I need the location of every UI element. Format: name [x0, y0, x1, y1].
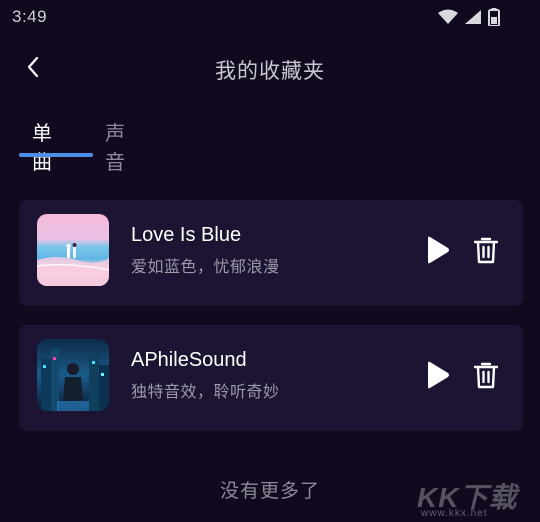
- active-tab-indicator: [19, 153, 93, 157]
- list-item[interactable]: APhileSound 独特音效，聆听奇妙: [19, 325, 523, 431]
- tab-sounds[interactable]: 声音: [105, 117, 126, 175]
- play-button[interactable]: [423, 361, 453, 393]
- wifi-icon: [438, 9, 458, 25]
- page-title: 我的收藏夹: [215, 59, 325, 83]
- song-subtitle: 爱如蓝色，忧郁浪漫: [131, 257, 280, 276]
- status-time: 3:49: [12, 7, 48, 26]
- song-title: APhileSound: [131, 349, 247, 371]
- list-item[interactable]: Love Is Blue 爱如蓝色，忧郁浪漫: [19, 200, 523, 306]
- song-title: Love Is Blue: [131, 224, 242, 246]
- song-cover: [37, 214, 109, 286]
- watermark-url: www.kkx.net: [421, 508, 488, 519]
- trash-icon: [473, 361, 499, 393]
- play-button[interactable]: [423, 236, 453, 268]
- trash-icon: [473, 236, 499, 268]
- header: 我的收藏夹: [0, 46, 540, 92]
- song-cover: [37, 339, 109, 411]
- status-icons: [438, 8, 500, 26]
- delete-button[interactable]: [471, 361, 501, 393]
- battery-icon: [488, 8, 500, 26]
- play-icon: [426, 361, 450, 393]
- song-subtitle: 独特音效，聆听奇妙: [131, 382, 280, 401]
- watermark-logo: KK下载 www.kkx.net: [417, 476, 532, 520]
- status-bar: 3:49: [0, 0, 540, 36]
- play-icon: [426, 236, 450, 268]
- tab-singles[interactable]: 单曲: [32, 117, 53, 175]
- signal-icon: [464, 9, 482, 25]
- delete-button[interactable]: [471, 236, 501, 268]
